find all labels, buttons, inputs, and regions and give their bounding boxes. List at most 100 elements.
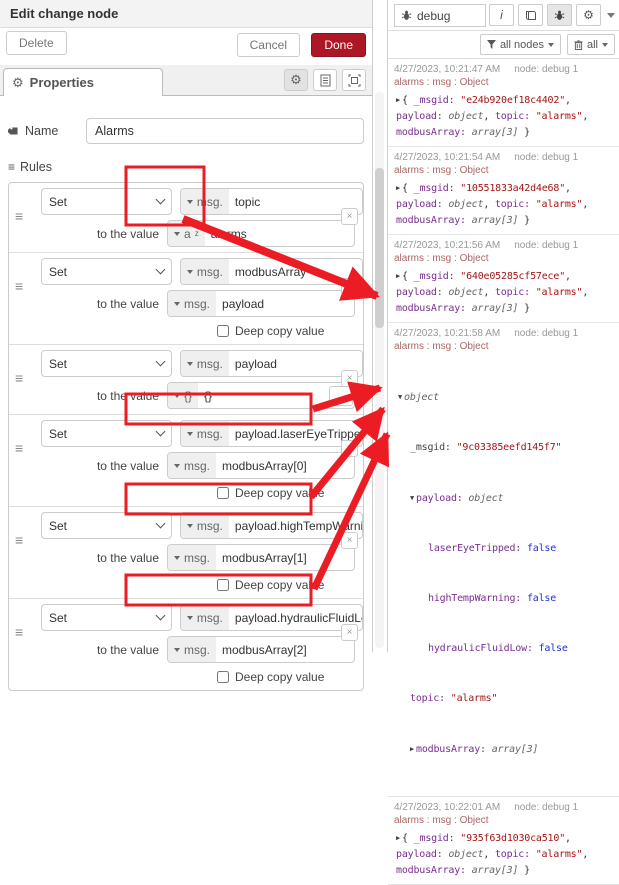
- info-tab-button[interactable]: i: [489, 4, 514, 26]
- deep-copy-checkbox[interactable]: [217, 325, 229, 337]
- deep-copy-checkbox[interactable]: [217, 671, 229, 683]
- message-preview[interactable]: ▶{ _msgid: "640e05285cf57ece", payload: …: [394, 266, 617, 318]
- to-value-label: to the value: [41, 551, 159, 565]
- message-node: node: debug 1: [514, 152, 578, 163]
- drag-handle-icon[interactable]: ≡: [15, 624, 23, 640]
- name-row: Name Alarms: [8, 118, 364, 144]
- chevron-down-icon: [155, 195, 165, 205]
- expand-caret-icon[interactable]: ▶: [396, 830, 400, 846]
- remove-rule-button[interactable]: ×: [341, 370, 358, 387]
- rule-value-input[interactable]: msg. payload: [167, 290, 355, 317]
- help-tab-button[interactable]: [518, 4, 543, 26]
- delete-button[interactable]: Delete: [6, 31, 67, 55]
- message-preview[interactable]: ▶{ _msgid: "935f63d1030ca510", payload: …: [394, 828, 617, 880]
- node-description-button[interactable]: [313, 69, 337, 91]
- expand-caret-icon[interactable]: ▶: [396, 92, 400, 108]
- caret-down-icon: [174, 648, 180, 652]
- edit-properties-button[interactable]: ⚙: [284, 69, 308, 91]
- drag-handle-icon[interactable]: ≡: [15, 278, 23, 294]
- node-appearance-button[interactable]: [342, 69, 366, 91]
- rule-set-lasereyetripped: ≡ Set msg. payload.laserEyeTripped to th…: [9, 415, 363, 507]
- rule-value-input[interactable]: msg. modbusArray[0]: [167, 452, 355, 479]
- rule-value-input[interactable]: msg. modbusArray[2]: [167, 636, 355, 663]
- message-meta: alarms : msg : Object: [394, 340, 617, 354]
- rule-action-select[interactable]: Set: [41, 604, 172, 631]
- scrollbar-thumb[interactable]: [375, 168, 384, 328]
- value-type-button[interactable]: msg.: [168, 291, 216, 316]
- modbus-item[interactable]: ▶modbusArray: array[3]: [396, 740, 615, 759]
- name-label-group: Name: [8, 124, 86, 138]
- dialog-scrollbar[interactable]: [375, 92, 384, 648]
- remove-rule-button[interactable]: ×: [341, 208, 358, 225]
- rule-action-select[interactable]: Set: [41, 258, 172, 285]
- rule-property-input[interactable]: msg. payload.highTempWarning: [180, 512, 363, 539]
- expand-caret-icon[interactable]: ▶: [396, 268, 400, 284]
- edit-change-node-dialog: Edit change node Delete Cancel Done ⚙ Pr…: [0, 0, 373, 652]
- collapse-caret-icon[interactable]: ▼: [410, 489, 414, 507]
- expand-caret-icon[interactable]: ▶: [410, 740, 414, 758]
- name-input[interactable]: Alarms: [86, 118, 364, 144]
- debug-message: 4/27/2023, 10:21:47 AMnode: debug 1 alar…: [388, 59, 619, 147]
- caret-down-icon: [174, 464, 180, 468]
- expand-caret-icon[interactable]: ▶: [396, 180, 400, 196]
- expand-editor-button[interactable]: ...: [329, 386, 353, 406]
- rule-property-input[interactable]: msg. topic: [180, 188, 363, 215]
- message-preview[interactable]: ▶{ _msgid: "10551833a42d4e68", payload: …: [394, 178, 617, 230]
- deep-copy-checkbox[interactable]: [217, 487, 229, 499]
- remove-rule-button[interactable]: ×: [341, 532, 358, 549]
- remove-rule-button[interactable]: ×: [341, 624, 358, 641]
- filter-nodes-button[interactable]: all nodes: [480, 34, 561, 55]
- deep-copy-checkbox[interactable]: [217, 579, 229, 591]
- tab-debug[interactable]: debug: [394, 4, 486, 27]
- caret-down-icon: [187, 524, 193, 528]
- property-type-button[interactable]: msg.: [181, 259, 229, 284]
- list-icon: ≡: [8, 160, 15, 174]
- value-type-button[interactable]: msg.: [168, 637, 216, 662]
- rule-action-select[interactable]: Set: [41, 350, 172, 377]
- cancel-button[interactable]: Cancel: [237, 33, 300, 57]
- drag-handle-icon[interactable]: ≡: [15, 208, 23, 224]
- collapse-caret-icon[interactable]: ▼: [398, 388, 402, 406]
- rule-property-input[interactable]: msg. payload.laserEyeTripped: [180, 420, 363, 447]
- drag-handle-icon[interactable]: ≡: [15, 370, 23, 386]
- config-tab-button[interactable]: ⚙: [576, 4, 601, 26]
- message-meta: alarms : msg : Object: [394, 814, 617, 828]
- rule-value-input[interactable]: {} {} ...: [167, 382, 355, 409]
- message-node: node: debug 1: [514, 240, 578, 251]
- drag-handle-icon[interactable]: ≡: [15, 440, 23, 456]
- tab-properties[interactable]: ⚙ Properties: [3, 68, 163, 96]
- rule-value-input[interactable]: az alarms: [167, 220, 355, 247]
- value-type-button[interactable]: msg.: [168, 545, 216, 570]
- rule-property-input[interactable]: msg. modbusArray: [180, 258, 363, 285]
- remove-rule-button[interactable]: ×: [341, 440, 358, 457]
- property-type-button[interactable]: msg.: [181, 189, 229, 214]
- debug-tab-button[interactable]: [547, 4, 572, 26]
- message-preview[interactable]: ▶{ _msgid: "e24b920ef18c4402", payload: …: [394, 90, 617, 142]
- sidebar-menu-button[interactable]: [605, 13, 617, 18]
- rule-value-input[interactable]: msg. modbusArray[1]: [167, 544, 355, 571]
- property-type-button[interactable]: msg.: [181, 513, 229, 538]
- property-type-button[interactable]: msg.: [181, 421, 229, 446]
- rule-set-modbusarray: ≡ Set msg. modbusArray to the value msg.…: [9, 253, 363, 345]
- topic-item: topic: "alarms": [396, 690, 615, 708]
- rule-property-input[interactable]: msg. payload: [180, 350, 363, 377]
- done-button[interactable]: Done: [311, 33, 366, 57]
- document-icon: [320, 74, 331, 87]
- property-type-button[interactable]: msg.: [181, 351, 229, 376]
- caret-down-icon: [174, 302, 180, 306]
- rule-action-select[interactable]: Set: [41, 512, 172, 539]
- chevron-down-icon: [155, 427, 165, 437]
- chevron-down-icon: [155, 265, 165, 275]
- deep-copy-label: Deep copy value: [235, 670, 324, 684]
- message-timestamp: 4/27/2023, 10:21:58 AM: [394, 328, 500, 339]
- value-type-button[interactable]: {}: [168, 383, 198, 408]
- rule-property-input[interactable]: msg. payload.hydraulicFluidLow: [180, 604, 363, 631]
- value-type-button[interactable]: az: [168, 221, 205, 246]
- remove-rule-button[interactable]: ×: [341, 278, 358, 295]
- rule-action-select[interactable]: Set: [41, 188, 172, 215]
- drag-handle-icon[interactable]: ≡: [15, 532, 23, 548]
- property-type-button[interactable]: msg.: [181, 605, 229, 630]
- rule-action-select[interactable]: Set: [41, 420, 172, 447]
- value-type-button[interactable]: msg.: [168, 453, 216, 478]
- clear-messages-button[interactable]: all: [567, 34, 615, 55]
